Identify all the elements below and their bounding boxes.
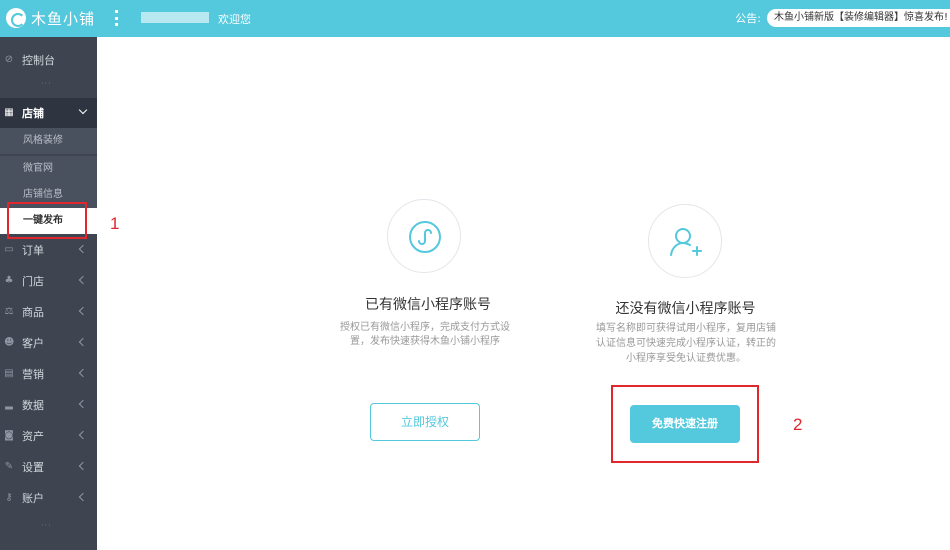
more-vertical-icon[interactable] [114, 10, 118, 26]
chevron-left-icon [78, 492, 88, 502]
marketing-icon: ▤ [4, 368, 14, 379]
announcement-link[interactable]: 木鱼小铺新版【装修编辑器】惊喜发布! [766, 9, 950, 27]
chevron-down-icon [78, 105, 88, 115]
sidebar: ⊘ 控制台 ··· ▦ 店铺 风格装修 微官网 店铺信息 一键发布 ▭ 订单 ♣… [0, 37, 97, 550]
logo-text: 木鱼小铺 [31, 9, 96, 28]
sidebar-item-label: 门店 [22, 275, 44, 288]
sidebar-item-label: 账户 [22, 492, 44, 505]
sidebar-item-label: 商品 [22, 306, 44, 319]
sidebar-item-dashboard[interactable]: ⊘ 控制台 [0, 45, 97, 75]
chevron-left-icon [78, 461, 88, 471]
announcement: 公告: 木鱼小铺新版【装修编辑器】惊喜发布! [735, 9, 950, 27]
customer-icon: ☻ [4, 337, 15, 348]
mini-program-icon [409, 221, 441, 253]
chevron-left-icon [78, 399, 88, 409]
right-card-title: 还没有微信小程序账号 [615, 301, 756, 317]
sidebar-separator: ··· [41, 79, 52, 88]
sidebar-item-label: 资产 [22, 430, 44, 443]
right-card-desc-line1: 填写名称即可获得试用小程序，复用店铺 [596, 323, 776, 334]
mini-program-badge [387, 199, 461, 273]
branch-icon: ♣ [4, 275, 14, 286]
goods-icon: ⚖ [4, 306, 14, 317]
main-content: 已有微信小程序账号 授权已有微信小程序，完成支付方式设 置，发布快速获得木鱼小铺… [97, 37, 950, 550]
asset-icon: ◙ [4, 430, 14, 441]
app-logo[interactable]: 木鱼小铺 [6, 7, 95, 29]
chevron-left-icon [78, 337, 88, 347]
sidebar-subitem-style[interactable]: 风格装修 [0, 128, 97, 154]
annotation-label-2: 2 [793, 415, 803, 434]
annotation-box-1 [7, 202, 87, 239]
order-icon: ▭ [4, 244, 14, 255]
left-card-desc-line1: 授权已有微信小程序，完成支付方式设 [340, 322, 510, 333]
dashboard-icon: ⊘ [4, 54, 14, 65]
sidebar-separator: ··· [41, 521, 52, 530]
sidebar-item-label: 数据 [22, 399, 44, 412]
sidebar-item-settings[interactable]: ✎ 设置 [0, 452, 97, 482]
annotation-label-1: 1 [110, 214, 120, 233]
left-card-desc-line2: 置，发布快速获得木鱼小铺小程序 [350, 336, 500, 347]
sidebar-item-account[interactable]: ⚷ 账户 [0, 483, 97, 513]
sidebar-item-store[interactable]: ▦ 店铺 [0, 98, 97, 128]
sidebar-item-assets[interactable]: ◙ 资产 [0, 421, 97, 451]
sidebar-subitem-microsite[interactable]: 微官网 [0, 156, 97, 182]
sidebar-item-label: 订单 [22, 244, 44, 257]
sidebar-item-label: 营销 [22, 368, 44, 381]
logo-icon [6, 8, 26, 28]
chevron-left-icon [78, 430, 88, 440]
chevron-left-icon [78, 275, 88, 285]
welcome-text: 欢迎您 [218, 13, 251, 26]
settings-icon: ✎ [4, 461, 14, 472]
account-icon: ⚷ [5, 492, 13, 503]
right-card-desc-line2: 认证信息可快速完成小程序认证，转正的 [596, 338, 776, 349]
chevron-left-icon [78, 306, 88, 316]
sidebar-item-customers[interactable]: ☻ 客户 [0, 328, 97, 358]
sidebar-item-label: 店铺 [22, 107, 44, 120]
sidebar-item-label: 控制台 [22, 54, 55, 67]
announcement-label: 公告: [735, 12, 761, 25]
chevron-left-icon [78, 368, 88, 378]
left-card-title: 已有微信小程序账号 [365, 297, 491, 313]
annotation-box-2 [611, 385, 759, 463]
sidebar-item-label: 设置 [22, 461, 44, 474]
sidebar-item-label: 客户 [22, 337, 44, 350]
add-user-icon [670, 228, 702, 256]
sidebar-item-marketing[interactable]: ▤ 营销 [0, 359, 97, 389]
top-bar: 木鱼小铺 欢迎您 公告: 木鱼小铺新版【装修编辑器】惊喜发布! [0, 0, 950, 37]
store-icon: ▦ [4, 107, 14, 118]
sidebar-item-branches[interactable]: ♣ 门店 [0, 266, 97, 296]
store-name-redacted [141, 12, 209, 23]
data-icon: ▂ [5, 399, 13, 410]
authorize-button[interactable]: 立即授权 [370, 403, 480, 441]
register-badge [648, 204, 722, 278]
chevron-left-icon [78, 244, 88, 254]
right-card-desc-line3: 小程序享受免认证费优惠。 [626, 353, 746, 364]
sidebar-item-data[interactable]: ▂ 数据 [0, 390, 97, 420]
sidebar-item-orders[interactable]: ▭ 订单 [0, 235, 97, 265]
sidebar-item-goods[interactable]: ⚖ 商品 [0, 297, 97, 327]
